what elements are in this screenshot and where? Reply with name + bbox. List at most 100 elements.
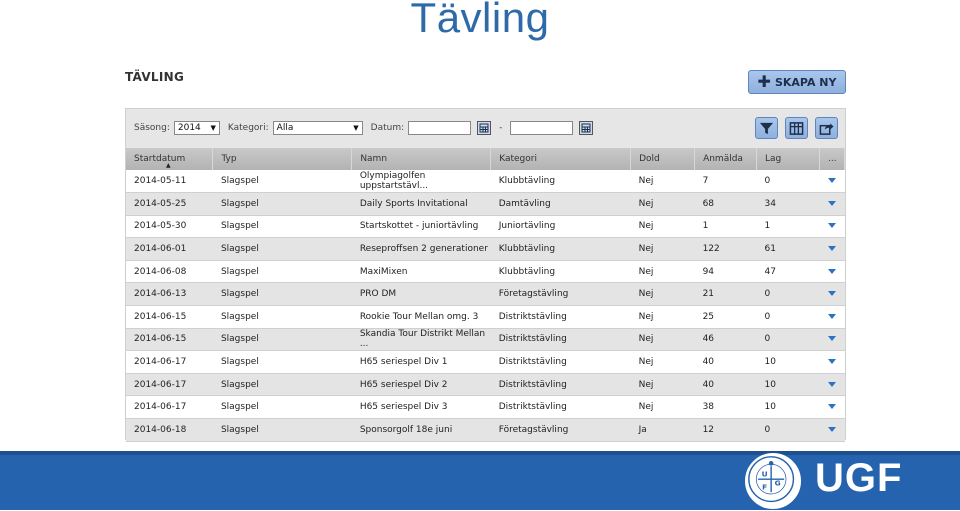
table-row[interactable]: 2014-06-15 Slagspel Skandia Tour Distrikt … [126,328,845,351]
table-row[interactable]: 2014-05-30 Slagspel Startskottet - juniort… [126,215,845,238]
row-actions-dropdown[interactable] [819,305,845,329]
row-actions-dropdown[interactable] [819,192,845,216]
plus-icon: ✚ [757,72,771,91]
table-row[interactable]: 2014-06-17 Slagspel H65 seriespel Div 1 Dis… [126,350,845,374]
table-cell: 10 [756,395,820,419]
table-row[interactable]: 2014-05-11 Slagspel Olympiagolfen uppstart… [126,170,845,193]
table-cell: 2014-06-15 [126,328,213,351]
filter-button[interactable] [755,117,778,139]
row-actions-dropdown[interactable] [819,350,845,374]
table-cell: Distriktstävling [490,328,631,351]
table-cell: Nej [630,282,695,306]
table-cell: 34 [756,192,820,216]
table-row[interactable]: 2014-05-25 Slagspel Daily Sports Invitatio… [126,192,845,216]
table-cell: 25 [694,305,757,329]
table-cell: 2014-06-17 [126,350,213,374]
table-cell: Distriktstävling [490,395,631,419]
date-to-input[interactable] [510,121,574,135]
table-cell: 0 [756,305,820,329]
date-from-input[interactable] [408,121,472,135]
create-new-button[interactable]: ✚ SKAPA NY [748,70,846,94]
row-actions-dropdown[interactable] [819,170,845,193]
table-cell: 2014-06-08 [126,260,213,283]
table-cell: MaxiMixen [351,260,491,283]
caret-down-icon [827,246,836,252]
table-row[interactable]: 2014-06-01 Slagspel Reseproffsen 2 generat… [126,237,845,261]
table-cell: 2014-06-15 [126,305,213,329]
chevron-down-icon: ▼ [353,124,359,132]
date-separator: - [499,123,503,133]
category-select[interactable]: Alla ▼ [272,121,363,135]
caret-down-icon [827,178,836,184]
column-header-label: Kategori [499,154,537,164]
table-cell: Företagstävling [490,418,631,442]
table-cell: Skandia Tour Distrikt Mellan ... [351,328,491,351]
column-header-type[interactable]: Typ [212,148,353,170]
table-cell: 68 [694,192,757,216]
row-actions-dropdown[interactable] [819,395,845,419]
table-cell: 2014-06-13 [126,282,213,306]
column-header-name[interactable]: Namn [351,148,492,170]
table-cell: 0 [756,328,820,351]
table-row[interactable]: 2014-06-15 Slagspel Rookie Tour Mellan omg… [126,305,845,329]
column-header-actions[interactable]: ... [819,148,846,170]
calendar-icon[interactable] [477,121,492,135]
table-cell: Startskottet - juniortävling [351,215,491,238]
table-cell: Slagspel [212,418,352,442]
export-button[interactable] [815,117,838,139]
row-actions-dropdown[interactable] [819,237,845,261]
page-title: TÄVLING [125,70,185,84]
column-header-hidden[interactable]: Dold [630,148,696,170]
table-cell: Slagspel [212,350,352,374]
table-cell: 40 [694,350,757,374]
table-cell: Nej [630,237,695,261]
table-cell: 0 [756,282,820,306]
export-icon [819,122,834,135]
row-actions-dropdown[interactable] [819,282,845,306]
row-actions-dropdown[interactable] [819,328,845,351]
caret-down-icon [827,404,836,410]
caret-down-icon [827,336,836,342]
table-row[interactable]: 2014-06-13 Slagspel PRO DM Företagstävling N… [126,282,845,306]
table-cell: Distriktstävling [490,305,631,329]
column-header-category[interactable]: Kategori [490,148,632,170]
table-cell: 0 [756,418,820,442]
table-row[interactable]: 2014-06-17 Slagspel H65 seriespel Div 2 Dis… [126,373,845,396]
caret-down-icon [827,381,836,387]
table-cell: 2014-05-11 [126,170,213,193]
season-select[interactable]: 2014 ▼ [173,121,220,135]
table-cell: 46 [694,328,757,351]
column-header-label: ... [827,154,837,164]
columns-button[interactable] [785,117,808,139]
table-cell: 12 [694,418,757,442]
filter-icon [759,122,774,134]
emblem-letter-g: G [775,479,781,488]
column-header-label: Typ [221,154,237,164]
caret-down-icon [827,313,836,319]
column-header-startdate[interactable]: Startdatum ▲ [126,148,214,170]
column-header-teams[interactable]: Lag [756,148,820,170]
row-actions-dropdown[interactable] [819,418,845,442]
caret-down-icon [827,223,836,229]
calendar-icon[interactable] [579,121,594,135]
table-cell: H65 seriespel Div 3 [351,395,491,419]
column-header-registered[interactable]: Anmälda [694,148,758,170]
table-cell: Klubbtävling [490,260,631,283]
table-cell: Slagspel [212,260,352,283]
table-cell: Nej [630,350,695,374]
table-cell: Ja [630,418,695,442]
table-cell: 2014-05-25 [126,192,213,216]
row-actions-dropdown[interactable] [819,215,845,238]
table-row[interactable]: 2014-06-17 Slagspel H65 seriespel Div 3 Dis… [126,395,845,419]
table-cell: Slagspel [212,395,352,419]
row-actions-dropdown[interactable] [819,260,845,283]
table-row[interactable]: 2014-06-08 Slagspel MaxiMixen Klubbtävling N… [126,260,845,283]
table-cell: 40 [694,373,757,396]
table-cell: Nej [630,305,695,329]
table-cell: Daily Sports Invitational [351,192,491,216]
caret-down-icon [827,268,836,274]
competition-panel: Säsong: 2014 ▼ Kategori: Alla ▼ Datum: - [125,108,846,442]
caret-down-icon [827,291,836,297]
table-row[interactable]: 2014-06-18 Slagspel Sponsorgolf 18e juni Fö… [126,418,845,442]
row-actions-dropdown[interactable] [819,373,845,396]
